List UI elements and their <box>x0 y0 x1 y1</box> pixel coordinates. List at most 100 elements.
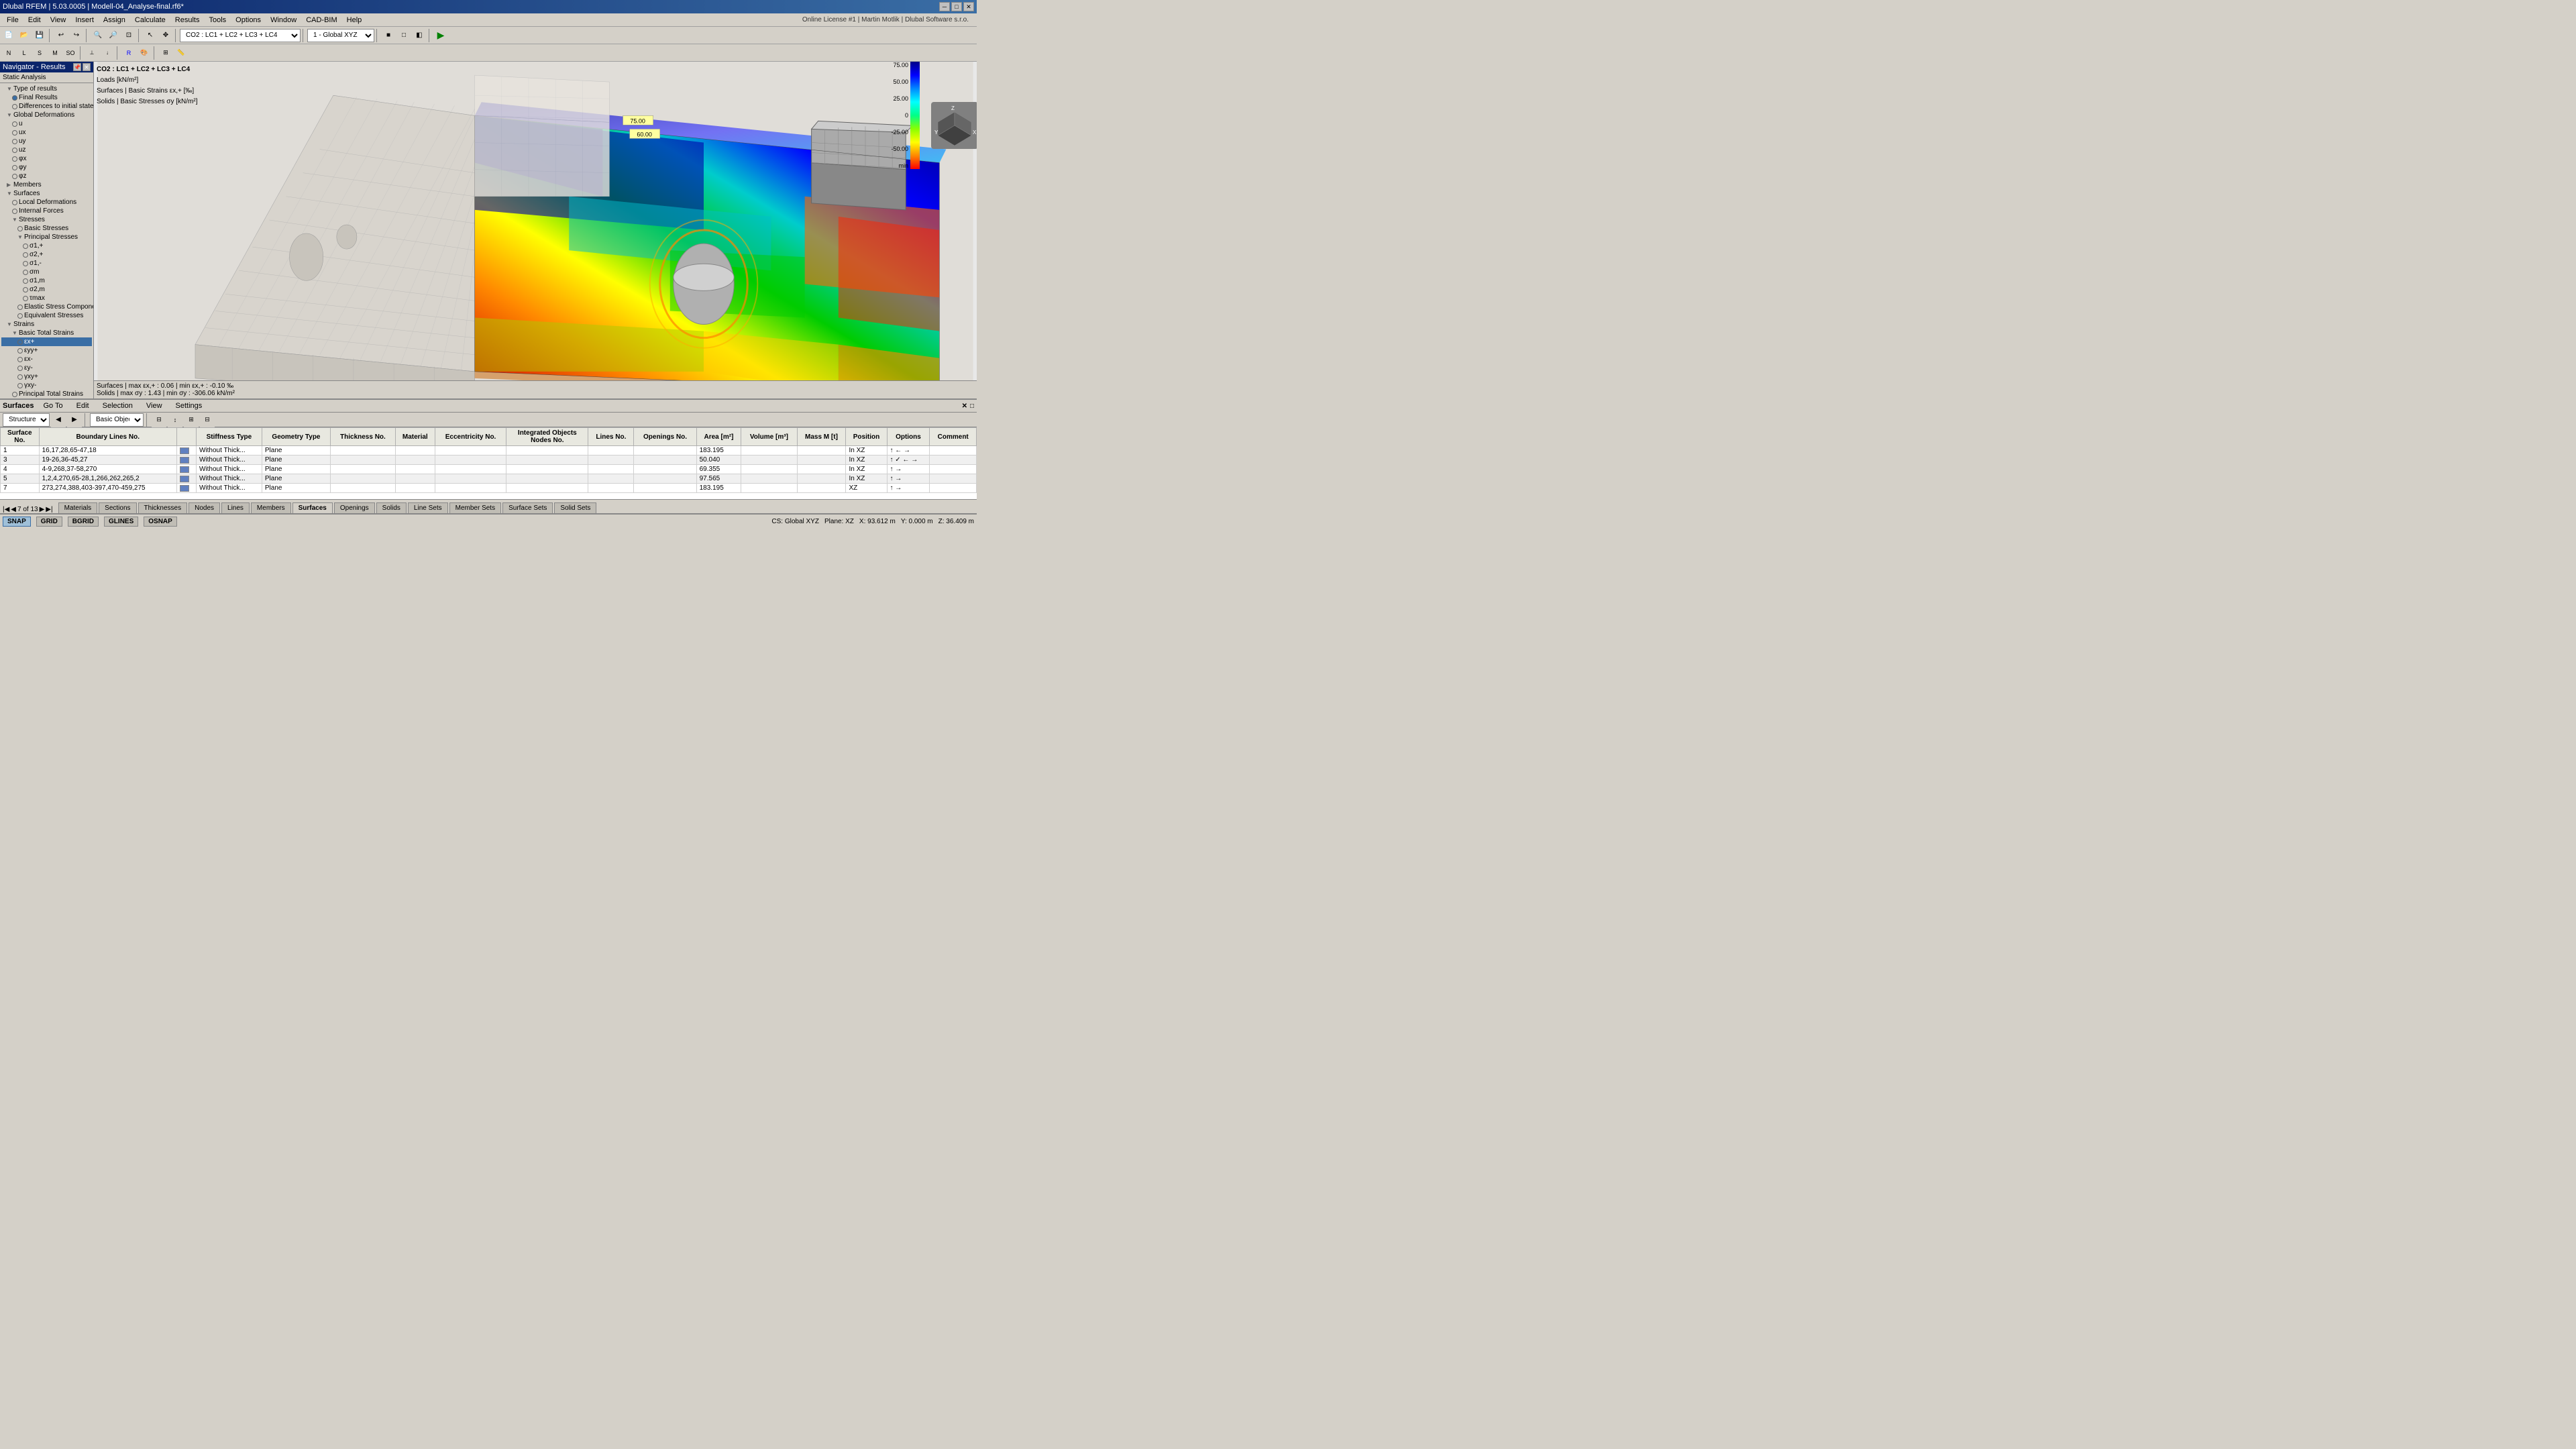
nav-sigma2m[interactable]: σ2,m <box>1 285 92 294</box>
zoom-in-button[interactable]: 🔍 <box>91 28 105 43</box>
table-row[interactable]: 1 16,17,28,65-47,18 Without Thick... Pla… <box>1 446 977 455</box>
nav-sigma1m2[interactable]: σ1,m <box>1 276 92 285</box>
table-expand-button[interactable]: □ <box>970 402 974 410</box>
redo-button[interactable]: ↪ <box>69 28 84 43</box>
nav-basic-total-strains[interactable]: ▼ Basic Total Strains <box>1 329 92 337</box>
wireframe-button[interactable]: □ <box>396 28 411 43</box>
surfaces-table-container[interactable]: SurfaceNo. Boundary Lines No. Stiffness … <box>0 427 977 499</box>
nav-epsx-minus[interactable]: εx- <box>1 355 92 364</box>
menu-cad-bim[interactable]: CAD-BIM <box>302 15 341 25</box>
menu-insert[interactable]: Insert <box>71 15 98 25</box>
table-settings[interactable]: Settings <box>172 400 207 411</box>
viewport[interactable]: CO2 : LC1 + LC2 + LC3 + LC4 Loads [kN/m²… <box>94 62 977 398</box>
nav-basic-stresses[interactable]: Basic Stresses <box>1 224 92 233</box>
save-button[interactable]: 💾 <box>32 28 47 43</box>
zoom-all-button[interactable]: ⊡ <box>121 28 136 43</box>
view-selector[interactable]: 1 - Global XYZ <box>307 29 374 42</box>
nav-sigma2p[interactable]: σ2,+ <box>1 250 92 259</box>
glines-button[interactable]: GLINES <box>104 517 138 527</box>
load-combo-selector[interactable]: CO2 : LC1 + LC2 + LC3 + LC4 <box>180 29 301 42</box>
new-button[interactable]: 📄 <box>1 28 16 43</box>
nav-final-results[interactable]: Final Results <box>1 93 92 102</box>
nav-principal-total[interactable]: Principal Total Strains <box>1 390 92 398</box>
nav-taumax[interactable]: τmax <box>1 294 92 303</box>
nav-type-of-results[interactable]: ▼ Type of results <box>1 85 92 93</box>
last-page-button[interactable]: ▶| <box>46 506 52 513</box>
measure-button[interactable]: 📏 <box>174 46 189 60</box>
nav-elastic-stress[interactable]: Elastic Stress Components <box>1 303 92 311</box>
nav-phix[interactable]: φx <box>1 154 92 163</box>
nav-pin-button[interactable]: 📌 <box>73 63 81 71</box>
loads-button[interactable]: ↓ <box>100 46 115 60</box>
table-edit[interactable]: Edit <box>72 400 93 411</box>
nav-sigma1m[interactable]: σ1,- <box>1 259 92 268</box>
tab-line-sets[interactable]: Line Sets <box>408 502 448 513</box>
tab-lines[interactable]: Lines <box>221 502 250 513</box>
open-button[interactable]: 📂 <box>17 28 32 43</box>
tab-member-sets[interactable]: Member Sets <box>449 502 501 513</box>
members-button[interactable]: M <box>48 46 62 60</box>
nav-local-deformations[interactable]: Local Deformations <box>1 198 92 207</box>
tab-openings[interactable]: Openings <box>334 502 375 513</box>
color-scale-button[interactable]: 🎨 <box>137 46 152 60</box>
table-type-selector[interactable]: Structure <box>3 413 50 427</box>
table-row[interactable]: 5 1,2,4,270,65-28,1,266,262,265,2 Withou… <box>1 474 977 484</box>
maximize-button[interactable]: □ <box>951 2 962 11</box>
render-button[interactable]: ■ <box>381 28 396 43</box>
menu-calculate[interactable]: Calculate <box>131 15 170 25</box>
nav-equiv-stress[interactable]: Equivalent Stresses <box>1 311 92 320</box>
nav-sigmam[interactable]: σm <box>1 268 92 276</box>
menu-tools[interactable]: Tools <box>205 15 230 25</box>
table-row[interactable]: 4 4-9,268,37-58,270 Without Thick... Pla… <box>1 465 977 474</box>
nav-principal-stresses[interactable]: ▼ Principal Stresses <box>1 233 92 241</box>
bgrid-button[interactable]: BGRID <box>68 517 99 527</box>
menu-view[interactable]: View <box>46 15 70 25</box>
table-view[interactable]: View <box>142 400 166 411</box>
first-page-button[interactable]: |◀ <box>3 506 9 513</box>
tab-solid-sets[interactable]: Solid Sets <box>554 502 596 513</box>
tab-surface-sets[interactable]: Surface Sets <box>502 502 553 513</box>
table-sort-button[interactable]: ↕ <box>168 413 182 427</box>
nav-epsx-plus[interactable]: εx+ <box>1 337 92 346</box>
results-toggle[interactable]: R <box>121 46 136 60</box>
move-button[interactable]: ✥ <box>158 28 173 43</box>
grid-button[interactable]: GRID <box>36 517 62 527</box>
tab-sections[interactable]: Sections <box>99 502 136 513</box>
basic-objects-selector[interactable]: Basic Objects <box>90 413 144 427</box>
nav-close-button[interactable]: ✕ <box>83 63 91 71</box>
nav-phiy[interactable]: φy <box>1 163 92 172</box>
nav-strains[interactable]: ▼ Strains <box>1 320 92 329</box>
table-expand-all-button[interactable]: ⊞ <box>184 413 199 427</box>
menu-file[interactable]: File <box>3 15 23 25</box>
nav-global-deformations[interactable]: ▼ Global Deformations <box>1 111 92 119</box>
nav-members[interactable]: ▶ Members <box>1 180 92 189</box>
table-next-button[interactable]: ▶ <box>67 413 82 427</box>
nav-epsyy-plus[interactable]: εyy+ <box>1 346 92 355</box>
close-button[interactable]: ✕ <box>963 2 974 11</box>
table-goto[interactable]: Go To <box>39 400 66 411</box>
nav-sigma1p[interactable]: σ1,+ <box>1 241 92 250</box>
tab-surfaces[interactable]: Surfaces <box>292 502 333 513</box>
menu-window[interactable]: Window <box>266 15 301 25</box>
nav-uy[interactable]: uy <box>1 137 92 146</box>
table-row[interactable]: 3 19-26,36-45,27 Without Thick... Plane … <box>1 455 977 465</box>
tab-members[interactable]: Members <box>251 502 291 513</box>
nav-internal-forces[interactable]: Internal Forces <box>1 207 92 215</box>
snap-button[interactable]: ⊞ <box>158 46 173 60</box>
nav-u[interactable]: u <box>1 119 92 128</box>
nav-epsy-minus[interactable]: εy- <box>1 364 92 372</box>
table-row[interactable]: 7 273,274,388,403-397,470-459,275 Withou… <box>1 484 977 493</box>
nav-gammaxy-plus[interactable]: γxy+ <box>1 372 92 381</box>
menu-options[interactable]: Options <box>231 15 265 25</box>
shaded-button[interactable]: ◧ <box>412 28 427 43</box>
run-calc-button[interactable]: ▶ <box>433 28 448 43</box>
table-prev-button[interactable]: ◀ <box>51 413 66 427</box>
surfaces-button[interactable]: S <box>32 46 47 60</box>
supports-button[interactable]: ⊥ <box>85 46 99 60</box>
nav-gammaxy-minus[interactable]: γxy- <box>1 381 92 390</box>
minimize-button[interactable]: ─ <box>939 2 950 11</box>
tab-thicknesses[interactable]: Thicknesses <box>138 502 188 513</box>
zoom-out-button[interactable]: 🔎 <box>106 28 121 43</box>
prev-page-button[interactable]: ◀ <box>11 506 16 513</box>
nav-phiz[interactable]: φz <box>1 172 92 180</box>
